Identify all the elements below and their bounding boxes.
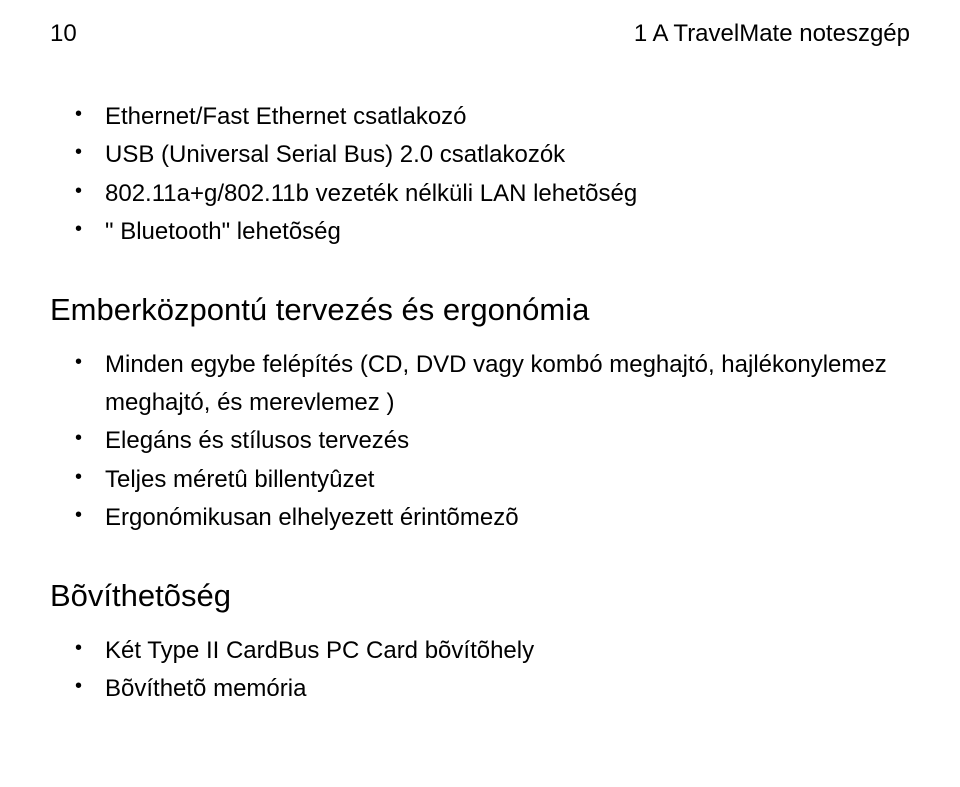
list-item: Minden egybe felépítés (CD, DVD vagy kom… <box>50 346 910 423</box>
list-item: Elegáns és stílusos tervezés <box>50 422 910 460</box>
list-item: " Bluetooth" lehetõség <box>50 213 910 251</box>
list-item: USB (Universal Serial Bus) 2.0 csatlakoz… <box>50 136 910 174</box>
page-header: 10 1 A TravelMate noteszgép <box>50 20 910 48</box>
list-item: Két Type II CardBus PC Card bõvítõhely <box>50 632 910 670</box>
connectors-list: Ethernet/Fast Ethernet csatlakozó USB (U… <box>50 98 910 252</box>
page-number: 10 <box>50 20 77 48</box>
list-item: Bõvíthetõ memória <box>50 670 910 708</box>
list-item: Ergonómikusan elhelyezett érintõmezõ <box>50 499 910 537</box>
section-heading-ergonomia: Emberközpontú tervezés és ergonómia <box>50 292 910 328</box>
bovithetoseg-list: Két Type II CardBus PC Card bõvítõhely B… <box>50 632 910 709</box>
list-item: Teljes méretû billentyûzet <box>50 461 910 499</box>
chapter-title: 1 A TravelMate noteszgép <box>634 20 910 48</box>
list-item: Ethernet/Fast Ethernet csatlakozó <box>50 98 910 136</box>
list-item: 802.11a+g/802.11b vezeték nélküli LAN le… <box>50 175 910 213</box>
ergonomia-list: Minden egybe felépítés (CD, DVD vagy kom… <box>50 346 910 538</box>
page-content: 10 1 A TravelMate noteszgép Ethernet/Fas… <box>0 0 960 708</box>
section-heading-bovithetoseg: Bõvíthetõség <box>50 578 910 614</box>
